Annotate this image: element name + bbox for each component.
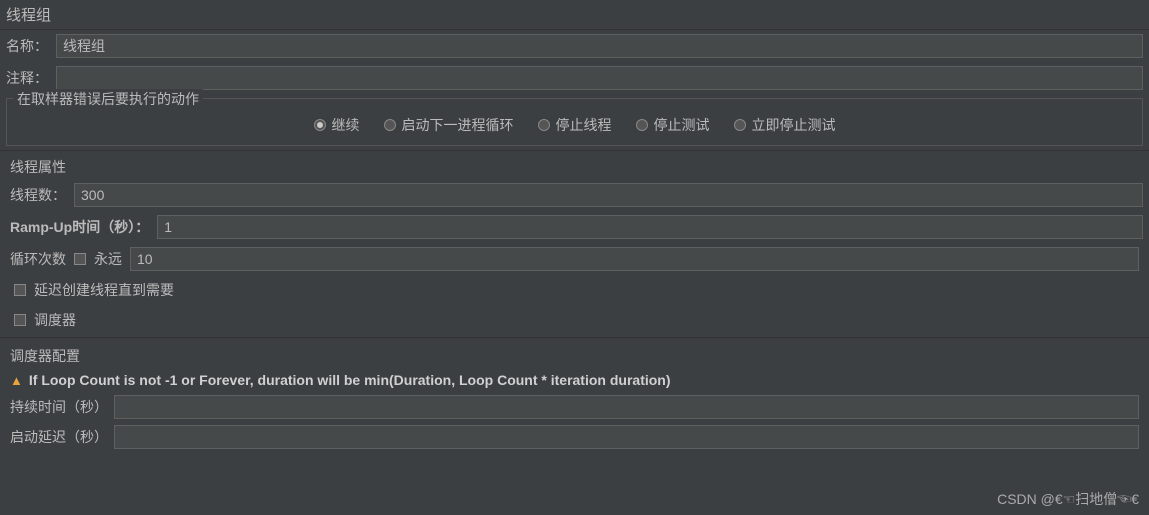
radio-stop-test[interactable]: 停止测试 — [636, 115, 710, 135]
radio-label: 停止测试 — [654, 115, 710, 135]
duration-input[interactable] — [114, 395, 1139, 419]
radio-label: 启动下一进程循环 — [402, 115, 514, 135]
loop-count-label: 循环次数 — [10, 249, 66, 269]
radio-icon — [734, 119, 746, 131]
radio-icon — [314, 119, 326, 131]
scheduler-label: 调度器 — [34, 310, 76, 330]
name-input[interactable] — [56, 34, 1143, 58]
radio-label: 立即停止测试 — [752, 115, 836, 135]
thread-props-header: 线程属性 — [0, 150, 1149, 179]
comment-label: 注释： — [6, 68, 48, 88]
forever-label: 永远 — [94, 249, 122, 269]
startup-delay-label: 启动延迟（秒） — [10, 427, 108, 447]
rampup-label: Ramp-Up时间（秒）： — [10, 217, 149, 237]
warning-icon: ▲ — [10, 373, 23, 388]
error-action-fieldset: 在取样器错误后要执行的动作 继续 启动下一进程循环 停止线程 停止测试 立即停止… — [6, 98, 1143, 146]
delay-create-checkbox[interactable] — [14, 284, 26, 296]
radio-icon — [636, 119, 648, 131]
divider — [0, 337, 1149, 338]
delay-create-label: 延迟创建线程直到需要 — [34, 280, 174, 300]
forever-checkbox[interactable] — [74, 253, 86, 265]
startup-delay-input[interactable] — [114, 425, 1139, 449]
duration-label: 持续时间（秒） — [10, 397, 108, 417]
watermark: CSDN @€☜扫地僧☜€ — [997, 489, 1139, 509]
scheduler-checkbox[interactable] — [14, 314, 26, 326]
error-action-legend: 在取样器错误后要执行的动作 — [13, 89, 203, 109]
threads-label: 线程数： — [10, 185, 66, 205]
scheduler-config-header: 调度器配置 — [0, 340, 1149, 368]
loop-count-input[interactable] — [130, 247, 1139, 271]
name-label: 名称： — [6, 36, 48, 56]
warning-text: If Loop Count is not -1 or Forever, dura… — [29, 372, 671, 388]
radio-start-next-loop[interactable]: 启动下一进程循环 — [384, 115, 514, 135]
threads-input[interactable] — [74, 183, 1143, 207]
radio-label: 停止线程 — [556, 115, 612, 135]
comment-input[interactable] — [56, 66, 1143, 90]
panel-title: 线程组 — [0, 0, 1149, 30]
radio-icon — [384, 119, 396, 131]
radio-continue[interactable]: 继续 — [314, 115, 360, 135]
rampup-input[interactable] — [157, 215, 1143, 239]
radio-stop-test-now[interactable]: 立即停止测试 — [734, 115, 836, 135]
radio-label: 继续 — [332, 115, 360, 135]
radio-stop-thread[interactable]: 停止线程 — [538, 115, 612, 135]
radio-icon — [538, 119, 550, 131]
